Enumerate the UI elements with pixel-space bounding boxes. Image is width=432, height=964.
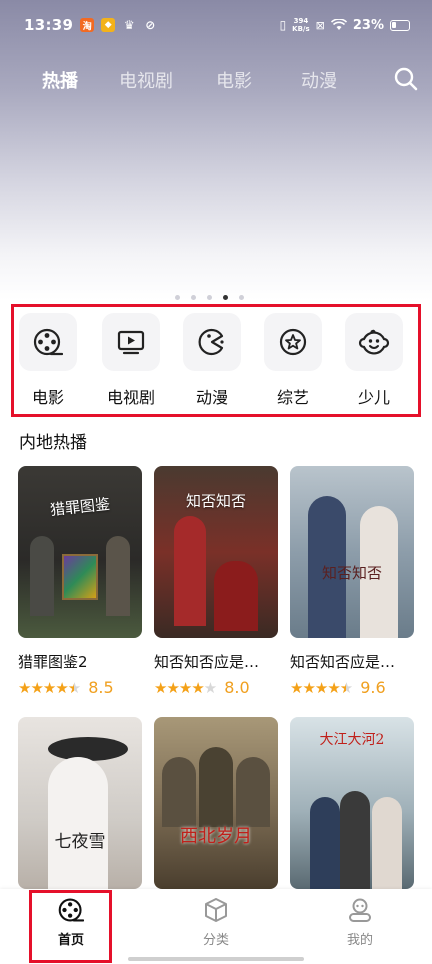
carousel-dot[interactable]: [191, 295, 196, 300]
nav-label: 我的: [346, 933, 373, 948]
baby-face-icon: [358, 329, 390, 355]
poster-title-text: 知否知否: [321, 564, 382, 582]
film-reel-icon: [33, 328, 63, 356]
poster-image: 知否知否: [290, 466, 414, 638]
status-bar: 13:39 淘 ◆ ♛ ⊘ ▯ 394 KB/s ⊠ 23%: [0, 0, 432, 50]
rating-stars-icon: ★★★★★: [290, 678, 353, 697]
carousel-dot[interactable]: [175, 295, 180, 300]
card-title: 猎罪图鉴2: [18, 653, 88, 671]
poster-image: 七夜雪: [18, 717, 142, 889]
poster-image: 知否知否: [154, 466, 278, 638]
card-title: 知否知否应是…: [290, 653, 396, 671]
poster-title-text: 知否知否: [185, 492, 246, 510]
category-movie[interactable]: 电影: [17, 313, 79, 413]
rating-stars-icon: ★★★★★: [18, 678, 81, 697]
category-anime[interactable]: 动漫: [181, 313, 243, 413]
video-card[interactable]: 西北岁月: [154, 717, 278, 889]
video-card[interactable]: 知否知否 知否知否应是… ★★★★★ 8.0: [154, 466, 278, 697]
category-label: 少儿: [357, 388, 390, 407]
category-label: 电影: [31, 388, 64, 407]
star-circle-icon: [279, 328, 307, 356]
rating-stars-icon: ★★★★★: [154, 678, 217, 697]
video-card[interactable]: 知否知否 知否知否应是… ★★★★★ 9.6: [290, 466, 414, 697]
category-label: 电视剧: [106, 388, 155, 407]
rating-row: ★★★★★ 9.6: [290, 678, 414, 697]
category-label: 动漫: [195, 388, 228, 407]
tab-movie[interactable]: 电影: [216, 67, 252, 93]
card-title: 知否知否应是…: [154, 653, 260, 671]
vibrate-icon: ▯: [279, 18, 287, 32]
poster-title-text: 七夜雪: [54, 832, 106, 852]
tab-hot[interactable]: 热播: [42, 67, 78, 93]
taobao-icon: 淘: [80, 18, 95, 32]
battery-level: 23%: [352, 17, 384, 33]
top-nav: 热播 电视剧 电影 动漫: [0, 58, 432, 102]
video-card[interactable]: 大江大河2: [290, 717, 414, 889]
carousel-dot[interactable]: [239, 295, 244, 300]
crown-icon: ♛: [123, 18, 135, 32]
sim-icon: ⊠: [315, 18, 325, 32]
rating-score: 8.5: [88, 678, 114, 697]
user-icon: [349, 898, 371, 922]
pacman-icon: [198, 328, 224, 356]
rating-score: 8.0: [224, 678, 250, 697]
category-variety[interactable]: 综艺: [262, 313, 324, 413]
poster-title-text: 大江大河2: [319, 732, 385, 748]
nav-profile[interactable]: 我的: [320, 897, 400, 948]
nav-category[interactable]: 分类: [176, 897, 256, 948]
tab-anime[interactable]: 动漫: [301, 67, 337, 93]
gesture-home-bar[interactable]: [128, 957, 304, 961]
category-row: 电影 电视剧 动漫 综艺 少儿: [11, 304, 421, 417]
app-notification-icon: ◆: [101, 18, 116, 32]
video-card[interactable]: 猎罪图鉴 猎罪图鉴2 ★★★★★ 8.5: [18, 466, 142, 697]
category-label: 综艺: [276, 388, 309, 407]
rating-score: 9.6: [360, 678, 386, 697]
poster-image: 大江大河2: [290, 717, 414, 889]
tv-play-icon: [117, 330, 145, 355]
poster-title-text: 西北岁月: [180, 826, 252, 847]
cube-icon: [205, 898, 227, 922]
home-tab-highlight: [29, 890, 112, 963]
carousel-dot-active[interactable]: [223, 295, 228, 300]
rating-row: ★★★★★ 8.5: [18, 678, 142, 697]
video-card[interactable]: 七夜雪: [18, 717, 142, 889]
search-icon[interactable]: [393, 66, 419, 92]
rating-row: ★★★★★ 8.0: [154, 678, 278, 697]
poster-image: 西北岁月: [154, 717, 278, 889]
battery-icon: [390, 19, 410, 31]
status-time: 13:39: [24, 16, 74, 34]
nav-label: 分类: [202, 933, 229, 948]
poster-image: 猎罪图鉴: [18, 466, 142, 638]
category-tv-series[interactable]: 电视剧: [100, 313, 162, 413]
carousel-dot[interactable]: [207, 295, 212, 300]
link-icon: ⊘: [145, 18, 156, 32]
net-speed: 394 KB/s: [292, 17, 310, 33]
category-kids[interactable]: 少儿: [343, 313, 405, 413]
carousel-indicator: [175, 295, 244, 300]
tab-tv-series[interactable]: 电视剧: [119, 67, 173, 93]
wifi-icon: [330, 19, 347, 30]
section-title: 内地热播: [19, 433, 87, 453]
poster-title-text: 猎罪图鉴: [49, 494, 111, 520]
